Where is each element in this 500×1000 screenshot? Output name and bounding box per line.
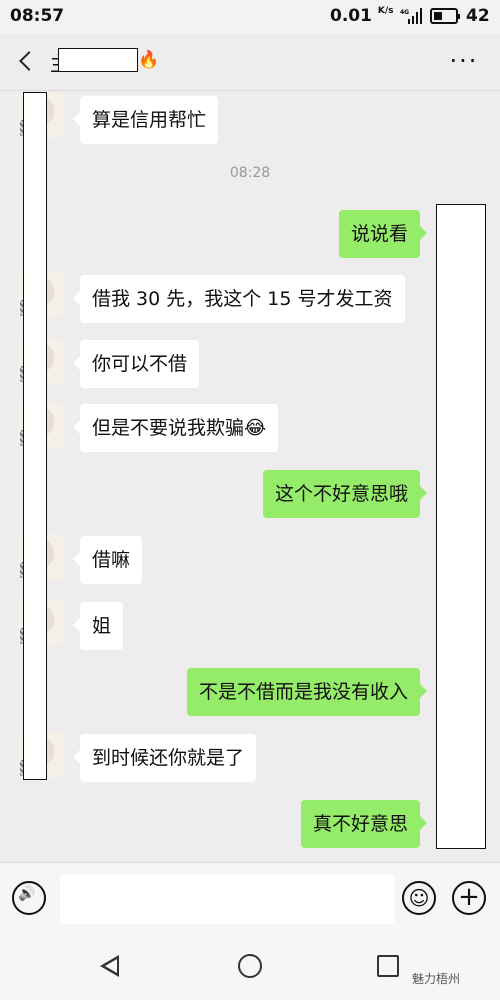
chat-messages[interactable]: 08:28 算是信用帮忙 说说看 借我 30 先，我这个 15 号才发工资 你可…: [0, 90, 500, 862]
message-incoming[interactable]: 借我 30 先，我这个 15 号才发工资: [73, 275, 405, 323]
fire-icon: 🔥: [138, 50, 160, 70]
nav-home-icon[interactable]: [238, 954, 262, 978]
message-incoming[interactable]: 借嘛: [72, 536, 143, 584]
signal-label: 4G: [400, 9, 409, 16]
message-outgoing[interactable]: 不是不借而是我没有收入: [186, 668, 428, 716]
battery-percent: 42: [466, 6, 490, 26]
more-button[interactable]: ···: [444, 49, 484, 74]
message-input[interactable]: [60, 874, 394, 924]
battery-fill: [434, 12, 442, 20]
redacted-avatar-column: [23, 92, 47, 780]
message-outgoing[interactable]: 真不好意思: [300, 800, 428, 848]
back-button[interactable]: [14, 48, 40, 74]
message-incoming[interactable]: 你可以不借: [72, 340, 200, 388]
message-outgoing[interactable]: 这个不好意思哦: [262, 470, 428, 518]
network-speed-unit: K/s: [377, 6, 394, 16]
chat-timestamp: 08:28: [229, 165, 271, 181]
watermark: 魅力梧州: [412, 972, 461, 986]
status-bar: 08:57 0.01 K/s 4G 42: [0, 0, 500, 34]
battery-icon: [430, 8, 460, 24]
network-speed-value: 0.01: [330, 6, 372, 26]
redacted-self-avatar-column: [436, 204, 486, 849]
message-incoming[interactable]: 姐: [72, 602, 124, 650]
network-speed: 0.01 K/s: [330, 6, 394, 26]
message-incoming[interactable]: 到时候还你就是了: [72, 734, 257, 782]
message-incoming[interactable]: 但是不要说我欺骗😂: [72, 404, 279, 452]
message-incoming[interactable]: 算是信用帮忙: [72, 96, 219, 144]
emoji-icon[interactable]: ☺: [402, 881, 436, 915]
signal-icon: 4G: [400, 8, 422, 24]
nav-back-icon[interactable]: [100, 955, 119, 977]
voice-input-icon[interactable]: [12, 881, 46, 915]
plus-icon[interactable]: +: [452, 881, 486, 915]
status-time: 08:57: [10, 6, 65, 26]
nav-recent-apps-icon[interactable]: [377, 955, 399, 977]
redacted-contact-name: [58, 48, 138, 72]
message-outgoing[interactable]: 说说看: [338, 210, 428, 258]
